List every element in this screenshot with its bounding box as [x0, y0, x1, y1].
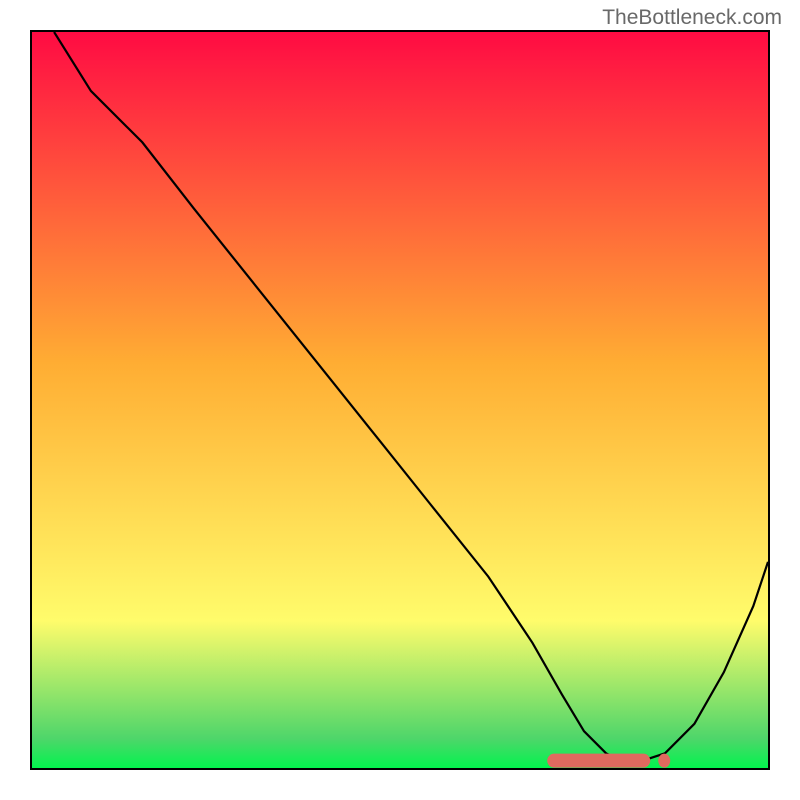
watermark-text: TheBottleneck.com [602, 6, 782, 30]
chart-svg [32, 32, 768, 768]
chart-container [30, 30, 770, 770]
